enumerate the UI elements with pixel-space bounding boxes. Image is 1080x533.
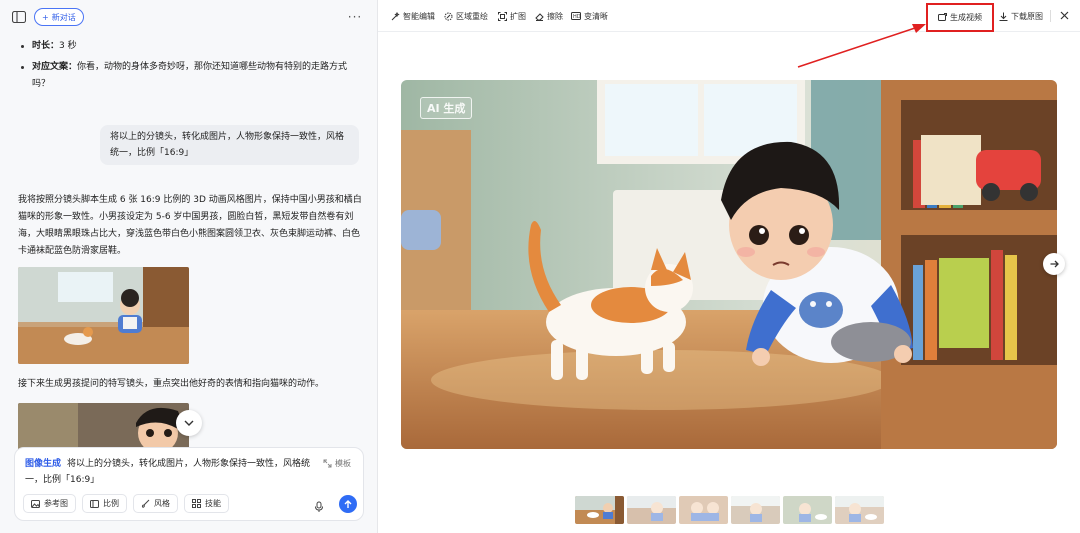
generated-image-thumbnail[interactable] — [18, 267, 189, 364]
thumbnail-item[interactable] — [731, 496, 780, 524]
expand-icon — [498, 11, 507, 21]
region-redraw-icon — [444, 12, 453, 20]
magic-edit-icon — [391, 11, 400, 20]
ai-generated-badge: AI 生成 — [420, 97, 473, 119]
collapse-icon — [323, 459, 332, 468]
chat-panel: + 新对话 ··· 时长：3 秒 对应文案：你看，动物的身体多奇妙呀，那你还知道… — [0, 0, 378, 533]
message-composer[interactable]: 图像生成 将以上的分镜头，转化成图片，人物形象保持一致性，风格统一，比例「16:9… — [14, 447, 364, 521]
next-image-button[interactable] — [1043, 253, 1065, 275]
brush-icon — [141, 499, 150, 508]
list-item: 对应文案：你看，动物的身体多奇妙呀，那你还知道哪些动物有特别的走路方式吗？ — [20, 59, 365, 93]
list-item: 时长：3 秒 — [20, 38, 365, 55]
composer-input[interactable]: 图像生成 将以上的分镜头，转化成图片，人物形象保持一致性，风格统一，比例「16:9… — [25, 456, 325, 488]
assistant-reply: 我将按照分镜头脚本生成 6 张 16:9 比例的 3D 动画风格图片，保持中国小… — [18, 195, 362, 256]
chat-header: + 新对话 ··· — [0, 0, 377, 34]
sharpen-button[interactable]: HD 变清晰 — [571, 10, 608, 22]
arrow-right-icon — [1050, 260, 1059, 268]
main-generated-image[interactable]: AI 生成 — [401, 80, 1057, 449]
plus-icon: + — [42, 12, 49, 22]
generated-image-thumbnail[interactable] — [18, 403, 189, 451]
style-button[interactable]: 风格 — [133, 494, 178, 513]
video-icon — [938, 13, 947, 21]
scroll-down-button[interactable] — [176, 410, 202, 436]
composer-mode-tag[interactable]: 图像生成 — [25, 459, 61, 469]
arrow-up-icon — [344, 499, 352, 508]
image-editor-panel: 智能编辑 区域重绘 扩图 擦除 HD 变清晰 生成视频 下载原图 AI 生成 — [378, 0, 1080, 533]
assistant-bullets: 时长：3 秒 对应文案：你看，动物的身体多奇妙呀，那你还知道哪些动物有特别的走路… — [20, 38, 365, 97]
thumbnail-item[interactable] — [679, 496, 728, 524]
sidebar-toggle-icon[interactable] — [11, 10, 27, 24]
toolbar-divider — [1050, 10, 1051, 22]
user-message: 将以上的分镜头，转化成图片，人物形象保持一致性，风格统一，比例「16:9」 — [100, 125, 359, 165]
skills-icon — [192, 499, 201, 508]
chevron-down-icon — [184, 420, 194, 426]
erase-button[interactable]: 擦除 — [535, 10, 563, 22]
image-icon — [31, 499, 40, 508]
editor-toolbar: 智能编辑 区域重绘 扩图 擦除 HD 变清晰 生成视频 下载原图 — [378, 0, 1080, 32]
close-icon — [1060, 11, 1068, 19]
region-redraw-button[interactable]: 区域重绘 — [444, 10, 488, 22]
microphone-icon[interactable] — [313, 498, 325, 512]
eraser-icon — [535, 12, 544, 21]
expand-image-button[interactable]: 扩图 — [498, 10, 526, 22]
thumbnail-item[interactable] — [835, 496, 884, 524]
close-button[interactable] — [1057, 8, 1071, 22]
generate-video-button[interactable]: 生成视频 — [926, 3, 994, 32]
thumbnail-strip — [575, 496, 884, 524]
assistant-reply-2: 接下来生成男孩提问的特写镜头，重点突出他好奇的表情和指向猫咪的动作。 — [18, 379, 325, 389]
download-original-button[interactable]: 下载原图 — [999, 10, 1043, 22]
sharpen-icon: HD — [571, 12, 581, 20]
skills-button[interactable]: 技能 — [184, 494, 229, 513]
send-button[interactable] — [339, 495, 357, 513]
new-chat-button[interactable]: + 新对话 — [34, 8, 84, 26]
thumbnail-item[interactable] — [575, 496, 624, 524]
template-button[interactable]: 模板 — [323, 458, 351, 469]
download-icon — [999, 12, 1008, 21]
smart-edit-button[interactable]: 智能编辑 — [391, 10, 435, 22]
svg-text:HD: HD — [573, 14, 581, 20]
ratio-button[interactable]: 比例 — [82, 494, 127, 513]
thumbnail-item[interactable] — [783, 496, 832, 524]
reference-image-button[interactable]: 参考图 — [23, 494, 76, 513]
thumbnail-item[interactable] — [627, 496, 676, 524]
more-options-icon[interactable]: ··· — [346, 10, 364, 24]
composer-tools: 参考图 比例 风格 技能 — [23, 494, 229, 513]
ratio-icon — [90, 499, 99, 508]
